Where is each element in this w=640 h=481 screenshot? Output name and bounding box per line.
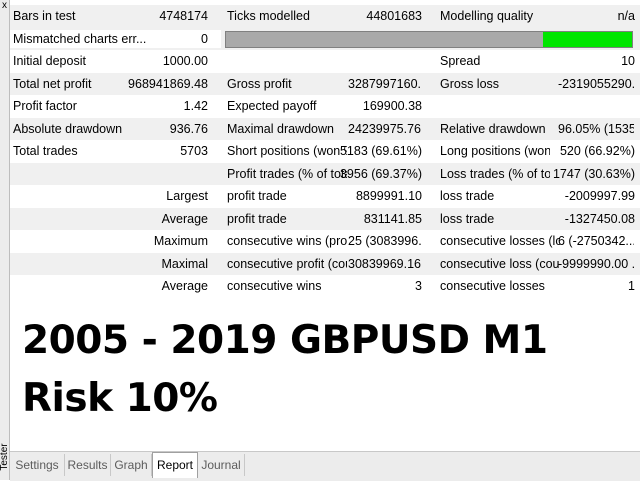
report-row-maximal: Maximal consecutive profit (coun... 3083… — [10, 252, 640, 275]
relative-drawdown-value: 96.05% (1535... — [558, 121, 634, 136]
report-row-mismatched: Mismatched charts err... 0 — [10, 27, 640, 50]
tab-report[interactable]: Report — [152, 452, 198, 478]
gross-profit-label: Gross profit — [227, 76, 292, 91]
maximum-profit-label: consecutive wins (profit i... — [227, 234, 347, 248]
spread-value: 10 — [621, 54, 635, 68]
report-row-total-trades: Total trades 5703 Short positions (won %… — [10, 140, 640, 163]
relative-drawdown-label: Relative drawdown — [440, 121, 546, 136]
tester-side-panel: x Tester — [0, 0, 10, 480]
initial-deposit-value: 1000.00 — [162, 54, 208, 68]
total-trades-value: 5703 — [180, 144, 208, 158]
average-consecutive-losses-value: 1 — [628, 279, 635, 293]
maximal-loss-value: -9999990.00 ... — [558, 256, 634, 271]
tab-settings[interactable]: Settings — [10, 454, 65, 476]
maximum-label: Maximum — [153, 234, 208, 248]
expected-payoff-value: 169900.38 — [362, 99, 422, 113]
report-row-largest: Largest profit trade 8899991.10 loss tra… — [10, 185, 640, 208]
average-profit-value: 831141.85 — [363, 211, 422, 226]
absolute-drawdown-value: 936.76 — [169, 121, 208, 136]
report-row-average-consecutive: Average consecutive wins 3 consecutive l… — [10, 275, 640, 298]
maximal-label: Maximal — [161, 256, 208, 271]
ticks-modelled-value: 44801683 — [366, 9, 422, 23]
mismatched-value: 0 — [201, 31, 208, 46]
total-net-profit-value: 968941869.48 — [128, 76, 208, 91]
report-row-drawdown: Absolute drawdown 936.76 Maximal drawdow… — [10, 117, 640, 140]
gross-loss-value: -2319055290... — [558, 76, 634, 91]
report-row-profit-trades: Profit trades (% of total) 3956 (69.37%)… — [10, 162, 640, 185]
gross-loss-label: Gross loss — [440, 76, 500, 91]
tester-panel-label: Tester — [0, 443, 10, 471]
average-consecutive-label: Average — [161, 279, 208, 293]
bars-in-test-value: 4748174 — [159, 9, 208, 23]
maximal-drawdown-label: Maximal drawdown — [227, 121, 334, 136]
maximal-drawdown-value: 24239975.76 ... — [348, 121, 421, 136]
report-row-net-profit: Total net profit 968941869.48 Gross prof… — [10, 72, 640, 95]
long-positions-value: 520 (66.92%) — [559, 144, 635, 158]
loss-trades-value: 1747 (30.63%) — [552, 166, 635, 181]
largest-label: Largest — [166, 189, 208, 203]
tab-journal[interactable]: Journal — [198, 454, 245, 476]
overlay-title: 2005 - 2019 GBPUSD M1 — [22, 318, 548, 363]
report-row-bars: Bars in test 4748174 Ticks modelled 4480… — [10, 5, 640, 28]
tab-results[interactable]: Results — [65, 454, 111, 476]
tester-tab-bar: Settings Results Graph Report Journal — [10, 451, 640, 481]
report-row-average: Average profit trade 831141.85 loss trad… — [10, 207, 640, 230]
maximal-loss-label: consecutive loss (count ... — [440, 256, 560, 271]
gross-profit-value: 3287997160... — [348, 76, 421, 91]
modelling-quality-bar — [225, 30, 633, 48]
average-loss-value: -1327450.08 — [564, 211, 635, 226]
largest-profit-value: 8899991.10 — [355, 189, 422, 203]
largest-loss-value: -2009997.99 — [564, 189, 635, 203]
modelling-quality-value: n/a — [617, 9, 635, 23]
maximal-profit-label: consecutive profit (coun... — [227, 256, 347, 271]
profit-trades-value: 3956 (69.37%) — [339, 166, 422, 181]
maximum-profit-value: 25 (3083996... — [348, 234, 421, 248]
report-table: Bars in test 4748174 Ticks modelled 4480… — [10, 5, 640, 298]
report-row-profit-factor: Profit factor 1.42 Expected payoff 16990… — [10, 95, 640, 118]
profit-factor-value: 1.42 — [183, 99, 208, 113]
tab-graph[interactable]: Graph — [111, 454, 152, 476]
short-positions-value: 5183 (69.61%) — [339, 144, 422, 158]
maximum-loss-value: 6 (-2750342... — [558, 234, 634, 248]
overlay-risk: Risk 10% — [22, 376, 218, 421]
modelling-quality-bar-fill — [542, 31, 632, 47]
average-consecutive-wins-value: 3 — [415, 279, 422, 293]
average-label: Average — [161, 211, 208, 226]
maximal-profit-value: 30839969.16 ... — [348, 256, 421, 271]
report-row-deposit: Initial deposit 1000.00 Spread 10 — [10, 50, 640, 73]
maximum-loss-label: consecutive losses (loss i... — [440, 234, 560, 248]
report-row-maximum: Maximum consecutive wins (profit i... 25… — [10, 230, 640, 253]
close-icon[interactable]: x — [0, 1, 9, 11]
